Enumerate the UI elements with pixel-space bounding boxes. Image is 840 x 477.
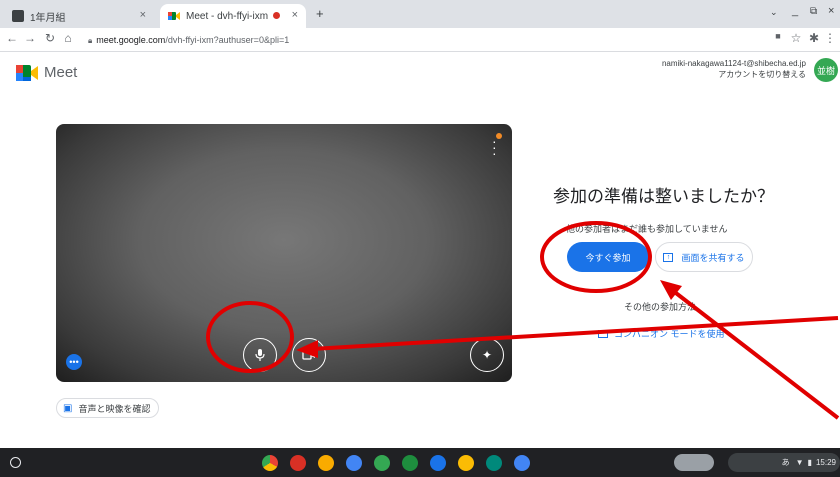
status-tray[interactable]: あ ▼ ▮ 15:29 [728, 453, 840, 472]
tab-search-icon[interactable]: ⌄ [770, 7, 778, 18]
avatar[interactable]: 並樹 [814, 58, 838, 82]
home-icon[interactable]: ⌂ [60, 31, 76, 45]
meet-icon [168, 10, 180, 22]
docs-icon[interactable] [346, 455, 362, 471]
annotation-arrowhead-join [660, 280, 682, 300]
os-shelf: あ ▼ ▮ 15:29 [0, 448, 840, 477]
video-preview: · · · ✦ ••• [56, 124, 512, 382]
recording-dot-icon [273, 12, 280, 19]
join-now-button[interactable]: 今すぐ参加 [567, 242, 649, 272]
account-email: namiki-nakagawa1124-t@shibecha.ed.jp [661, 59, 806, 68]
meet-logo-text: Meet [44, 64, 78, 81]
camera-button[interactable] [292, 338, 326, 372]
wifi-icon: ▼ [795, 458, 804, 467]
launcher-icon[interactable] [10, 457, 21, 468]
companion-label: コンパニオン モードを使用 [614, 329, 725, 339]
camera-app-icon[interactable] [514, 455, 530, 471]
new-tab-button[interactable]: + [316, 6, 324, 21]
close-window-button[interactable]: × [828, 5, 834, 17]
forward-icon[interactable]: → [22, 31, 38, 45]
more-horiz-icon: ••• [69, 357, 79, 367]
microphone-icon [255, 349, 265, 361]
check-audio-video-button[interactable]: ▣ 音声と映像を確認 [56, 398, 160, 418]
switch-account-link[interactable]: アカウントを切り替える [662, 69, 806, 80]
browser-tab-strip: 1年月組 × Meet - dvh-ffyi-ixm × + ⌄ _ ⧉ × [0, 0, 840, 28]
reload-icon[interactable]: ↻ [42, 31, 58, 45]
tab-label: 1年月組 [30, 12, 66, 24]
visual-effects-button[interactable]: ✦ [470, 338, 504, 372]
present-label: 画面を共有する [681, 252, 745, 263]
clock: 15:29 [815, 458, 836, 467]
microphone-button[interactable] [243, 338, 277, 372]
no-one-here-text: 他の参加者はまだ誰も参加していません [566, 224, 728, 234]
meet-logo[interactable]: Meet [16, 64, 77, 81]
qr-app-icon[interactable] [290, 455, 306, 471]
calendar-icon [12, 10, 24, 22]
sparkle-icon: ✦ [481, 348, 493, 362]
chrome-icon[interactable] [262, 455, 278, 471]
minimize-button[interactable]: _ [792, 5, 798, 17]
menu-icon[interactable]: ⋮ [822, 31, 838, 45]
url-path: /dvh-ffyi-ixm?authuser=0&pli=1 [165, 35, 290, 45]
meet-app-icon[interactable] [486, 455, 502, 471]
tote-icon[interactable] [674, 454, 714, 471]
keep-icon[interactable] [458, 455, 474, 471]
more-actions-button[interactable]: ••• [66, 354, 82, 370]
url-host: meet.google.com [96, 35, 166, 45]
restore-button[interactable]: ⧉ [810, 6, 817, 17]
annotation-arrow-join [670, 288, 840, 420]
companion-icon [598, 329, 608, 338]
drive-icon[interactable] [374, 455, 390, 471]
check-audio-icon: ▣ [63, 402, 73, 414]
tab-class[interactable]: 1年月組 × [4, 4, 154, 28]
sheets-icon[interactable] [402, 455, 418, 471]
ready-to-join-title: 参加の準備は整いましたか？ [553, 187, 774, 206]
lock-icon: 🔒︎ [88, 36, 93, 45]
tab-meet[interactable]: Meet - dvh-ffyi-ixm × [160, 4, 306, 28]
meet-logo-icon [16, 64, 38, 81]
camera-in-use-icon[interactable]: ■ [770, 31, 786, 41]
close-tab-icon[interactable]: × [292, 9, 298, 21]
back-icon[interactable]: ← [4, 31, 20, 45]
check-av-label: 音声と映像を確認 [78, 403, 151, 414]
more-options-icon[interactable]: · · · [492, 134, 497, 160]
ime-indicator: あ [781, 458, 790, 467]
other-ways-to-join: その他の参加方法 [624, 302, 697, 312]
present-icon: ↑ [663, 252, 674, 262]
tab-label: Meet - dvh-ffyi-ixm [186, 10, 269, 22]
address-bar[interactable]: 🔒︎ meet.google.com/dvh-ffyi-ixm?authuser=… [88, 31, 748, 49]
account-info: namiki-nakagawa1124-t@shibecha.ed.jp アカウ… [662, 58, 806, 80]
battery-icon: ▮ [807, 458, 812, 467]
extensions-icon[interactable]: ✱ [806, 31, 822, 45]
present-button[interactable]: ↑ 画面を共有する [655, 242, 753, 272]
close-tab-icon[interactable]: × [140, 9, 146, 21]
browser-toolbar: ← → ↻ ⌂ 🔒︎ meet.google.com/dvh-ffyi-ixm?a… [0, 28, 840, 52]
notification-dot-icon [496, 133, 502, 139]
slides-icon[interactable] [318, 455, 334, 471]
camera-icon [302, 350, 315, 360]
companion-mode-link[interactable]: コンパニオン モードを使用 [598, 327, 725, 340]
bookmark-star-icon[interactable]: ☆ [788, 31, 804, 45]
classroom-icon[interactable] [430, 455, 446, 471]
